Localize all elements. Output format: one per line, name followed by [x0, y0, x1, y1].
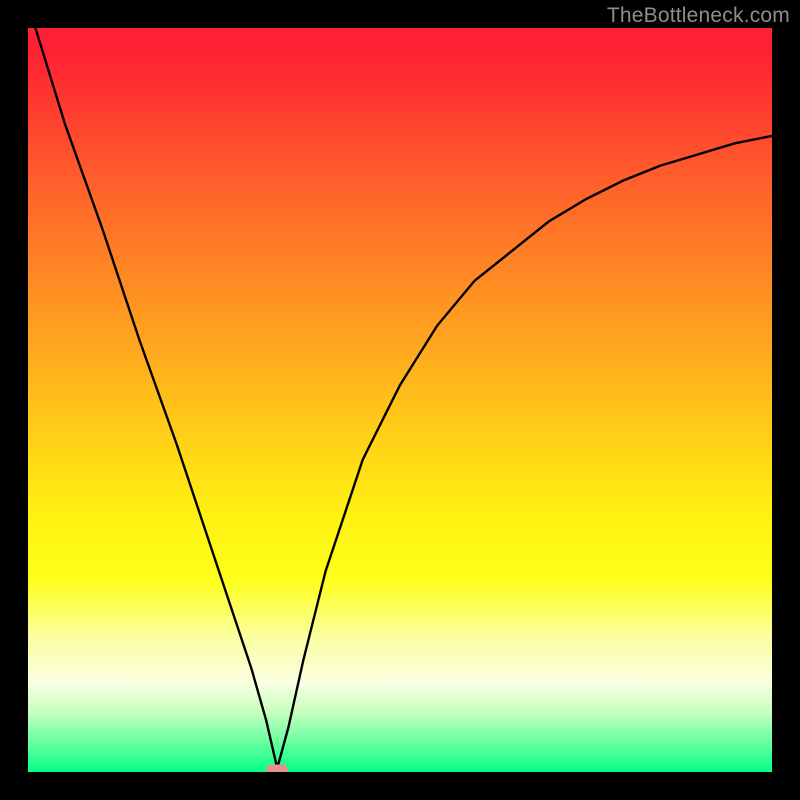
minimum-marker [266, 764, 288, 772]
plot-area [28, 28, 772, 772]
watermark-text: TheBottleneck.com [607, 4, 790, 28]
chart-frame: TheBottleneck.com [0, 0, 800, 800]
bottleneck-curve [28, 28, 772, 772]
